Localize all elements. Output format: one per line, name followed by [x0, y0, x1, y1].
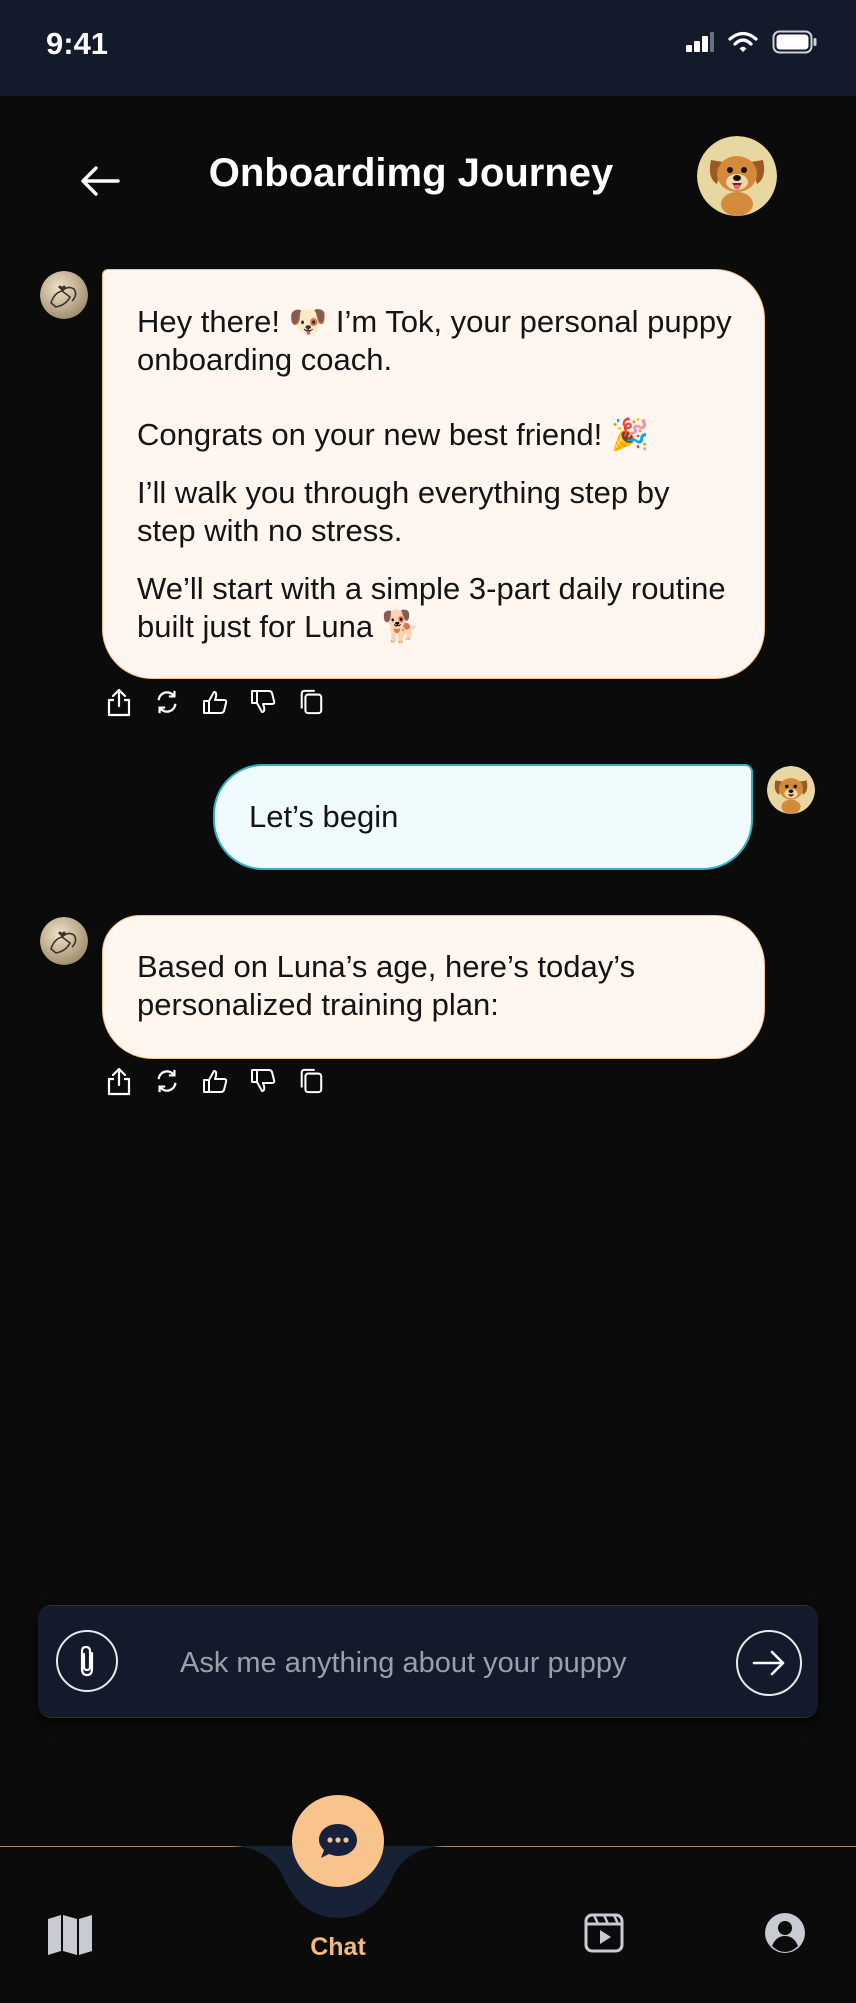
video-icon [584, 1913, 624, 1953]
arrow-right-icon [752, 1650, 785, 1676]
message-actions [106, 687, 324, 717]
message-text: I’ll walk you through everything step by… [137, 475, 670, 548]
user-avatar [767, 766, 815, 814]
puppy-avatar[interactable] [697, 136, 777, 216]
bottom-navigation: Chat [0, 1795, 856, 2003]
thumbs-down-button[interactable] [250, 1066, 276, 1096]
message-actions [106, 1066, 324, 1096]
thumbs-down-button[interactable] [250, 687, 276, 717]
regenerate-button[interactable] [154, 1066, 180, 1096]
share-button[interactable] [106, 687, 132, 717]
refresh-icon [157, 690, 177, 714]
thumbs-down-icon [251, 690, 276, 713]
chat-input[interactable] [178, 1634, 722, 1692]
share-button[interactable] [106, 1066, 132, 1096]
copy-icon [300, 689, 323, 715]
copy-icon [300, 1068, 323, 1094]
nav-chat-label[interactable]: Chat [300, 1933, 376, 1962]
user-message-bubble: Let’s begin [213, 764, 753, 870]
message-composer [38, 1605, 818, 1718]
battery-icon [772, 30, 817, 54]
status-icons [686, 30, 818, 54]
header: Onboardimg Journey [0, 96, 856, 256]
thumbs-up-icon [203, 691, 228, 714]
thumbs-up-button[interactable] [202, 1066, 228, 1096]
thumbs-up-icon [203, 1070, 228, 1093]
signal-icon [686, 32, 714, 52]
thumbs-down-icon [251, 1069, 276, 1092]
map-icon [48, 1915, 92, 1955]
share-icon [107, 1067, 131, 1096]
profile-icon [765, 1913, 805, 1953]
message-text: We’ll start with a simple 3-part daily r… [137, 571, 726, 644]
message-text: Hey there! 🐶 I’m Tok, your personal pupp… [137, 304, 732, 377]
share-icon [107, 688, 131, 717]
copy-button[interactable] [298, 687, 324, 717]
coach-avatar-image [40, 271, 88, 319]
copy-button[interactable] [298, 1066, 324, 1096]
message-text: Based on Luna’s age, here’s today’s pers… [137, 949, 636, 1022]
thumbs-up-button[interactable] [202, 687, 228, 717]
refresh-icon [157, 1069, 177, 1093]
attach-button[interactable] [56, 1630, 118, 1692]
nav-videos-button[interactable] [582, 1911, 626, 1955]
chat-bubble-icon [319, 1824, 357, 1858]
bot-message-bubble: Hey there! 🐶 I’m Tok, your personal pupp… [102, 269, 765, 679]
bot-message-bubble: Based on Luna’s age, here’s today’s pers… [102, 915, 765, 1059]
send-button[interactable] [736, 1630, 802, 1696]
paperclip-icon [80, 1645, 94, 1677]
message-text: Let’s begin [249, 799, 399, 834]
message-text: Congrats on your new best friend! 🎉 [137, 417, 650, 452]
nav-chat-button[interactable] [292, 1795, 384, 1887]
wifi-icon [728, 31, 758, 52]
nav-profile-button[interactable] [763, 1911, 807, 1955]
coach-avatar [40, 917, 88, 965]
status-bar: 9:41 [0, 0, 856, 96]
coach-avatar [40, 271, 88, 319]
puppy-avatar-image [697, 136, 777, 216]
status-time: 9:41 [46, 26, 109, 61]
nav-map-button[interactable] [46, 1913, 94, 1957]
puppy-avatar-image [767, 766, 815, 814]
regenerate-button[interactable] [154, 687, 180, 717]
coach-avatar-image [40, 917, 88, 965]
